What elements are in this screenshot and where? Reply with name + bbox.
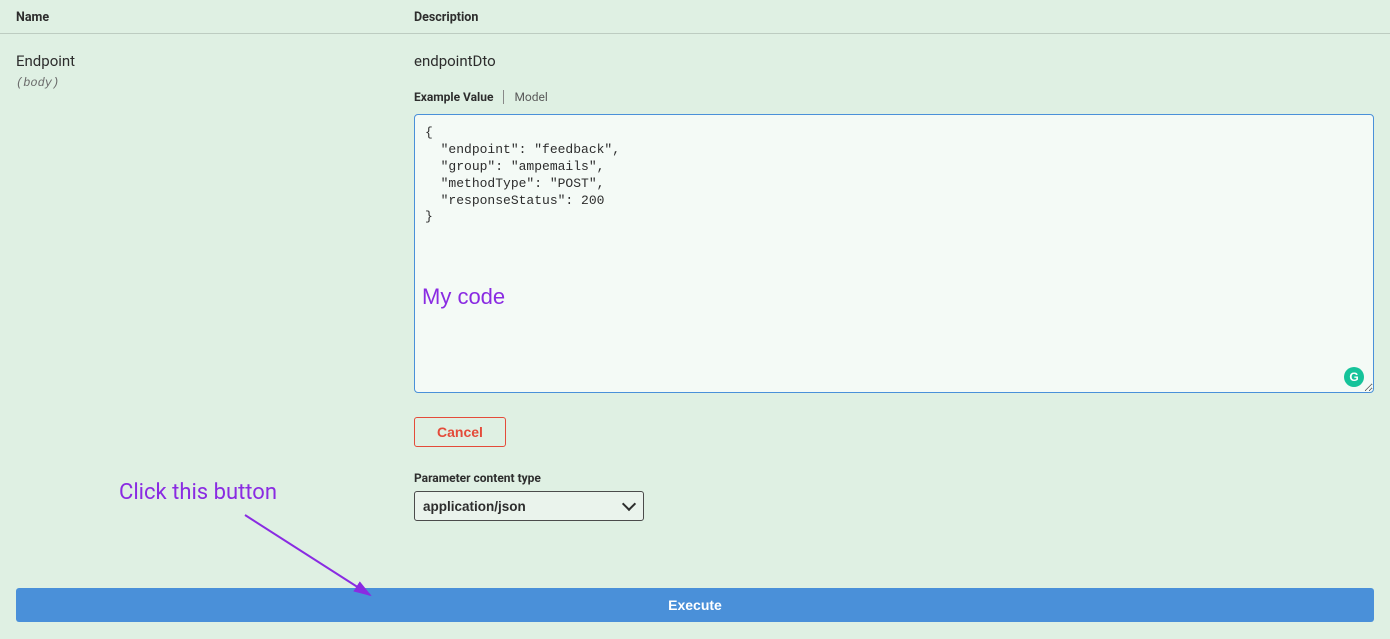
- column-header-description: Description: [414, 10, 1374, 25]
- grammarly-letter: G: [1349, 370, 1358, 384]
- content-type-label: Parameter content type: [414, 471, 1374, 485]
- cancel-button[interactable]: Cancel: [414, 417, 506, 447]
- parameters-header-row: Name Description: [0, 0, 1390, 34]
- grammarly-icon[interactable]: G: [1344, 367, 1364, 387]
- column-header-name: Name: [16, 10, 414, 25]
- content-type-select-wrap: application/json: [414, 491, 644, 521]
- parameter-in: (body): [16, 76, 414, 90]
- annotation-click-this-button: Click this button: [119, 480, 277, 505]
- parameter-description-cell: endpointDto Example Value Model G Cancel…: [414, 52, 1374, 521]
- parameter-description: endpointDto: [414, 52, 1374, 70]
- parameters-table: Name Description Endpoint (body) endpoin…: [0, 0, 1390, 521]
- body-tabs: Example Value Model: [414, 90, 1374, 104]
- content-type-block: Parameter content type application/json: [414, 471, 1374, 521]
- execute-button[interactable]: Execute: [16, 588, 1374, 622]
- parameter-name-cell: Endpoint (body): [16, 52, 414, 90]
- annotation-my-code: My code: [422, 284, 505, 310]
- body-textarea-wrap: G: [414, 114, 1374, 397]
- parameter-row: Endpoint (body) endpointDto Example Valu…: [0, 34, 1390, 521]
- parameter-name: Endpoint: [16, 52, 414, 70]
- request-body-textarea[interactable]: [414, 114, 1374, 393]
- tab-model[interactable]: Model: [504, 90, 547, 104]
- content-type-select[interactable]: application/json: [414, 491, 644, 521]
- tab-example-value[interactable]: Example Value: [414, 90, 504, 104]
